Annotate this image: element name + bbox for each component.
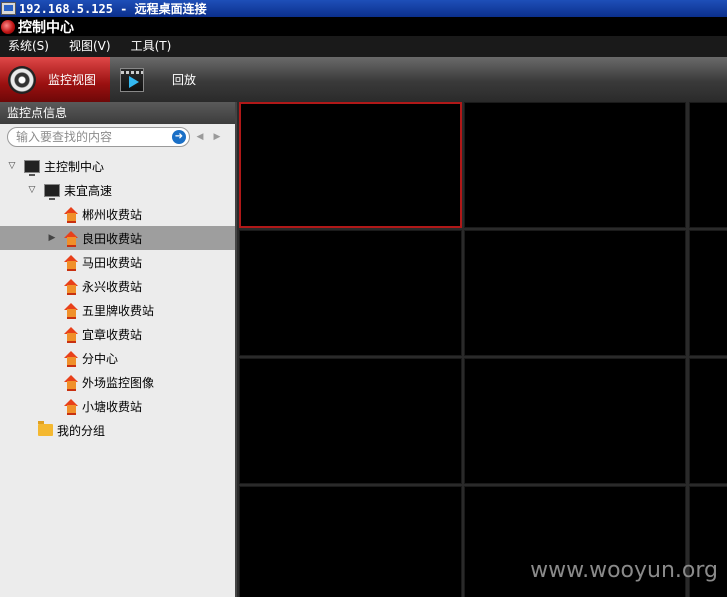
search-row: ➜ ◀ ▶ (0, 124, 235, 150)
tree-item-label: 宜章收费站 (82, 327, 143, 342)
tree-item[interactable]: 郴州收费站 (0, 202, 235, 226)
menu-system[interactable]: 系统(S) (0, 36, 57, 57)
tree-item[interactable]: 小塘收费站 (0, 394, 235, 418)
tree-item[interactable]: 宜章收费站 (0, 322, 235, 346)
expand-arrow-icon[interactable]: ▶ (46, 232, 58, 244)
tree-item[interactable]: ▶ 良田收费站 (0, 226, 235, 250)
menu-bar: 系统(S) 视图(V) 工具(T) (0, 36, 727, 57)
video-cell[interactable] (464, 102, 686, 228)
house-icon (64, 255, 79, 271)
video-cell[interactable] (239, 486, 462, 597)
house-icon (64, 351, 79, 367)
device-tree: ▽ 主控制中心 ▽ 耒宜高速郴州收费站 ▶ 良田收费站马田收费站永兴收费站五里牌收费站 宜章… (0, 150, 235, 442)
tree-item-label: 外场监控图像 (82, 375, 155, 390)
menu-view[interactable]: 视图(V) (61, 36, 119, 57)
house-icon (64, 207, 79, 223)
video-cell[interactable] (239, 358, 462, 484)
tree-item-label: 永兴收费站 (82, 279, 143, 294)
tree-item[interactable]: 五里牌收费站 (0, 298, 235, 322)
search-go-icon[interactable]: ➜ (172, 130, 186, 144)
tree-item-label: 马田收费站 (82, 255, 143, 270)
search-input[interactable] (16, 130, 166, 144)
tree-item[interactable]: ▽ 主控制中心 (0, 154, 235, 178)
watermark: www.wooyun.org (530, 558, 718, 583)
folder-icon (38, 421, 53, 436)
tree-item[interactable]: 马田收费站 (0, 250, 235, 274)
tree-item-label: 主控制中心 (44, 159, 105, 174)
next-arrow-icon[interactable]: ▶ (210, 132, 224, 142)
app-title-bar: 控制中心 (0, 17, 727, 36)
prev-arrow-icon[interactable]: ◀ (193, 132, 207, 142)
tree-item-label: 郴州收费站 (82, 207, 143, 222)
video-cell[interactable] (689, 358, 727, 484)
tree-item-label: 五里牌收费站 (82, 303, 155, 318)
video-cell[interactable] (689, 102, 727, 228)
rdp-title-bar: 192.168.5.125 - 远程桌面连接 (0, 0, 727, 17)
tree-item-label: 良田收费站 (82, 231, 143, 246)
rdp-computer-icon (1, 2, 16, 15)
search-box: ➜ (7, 127, 190, 147)
tree-item[interactable]: ▽ 耒宜高速 (0, 178, 235, 202)
film-play-icon (120, 67, 144, 92)
tree-item-label: 我的分组 (57, 423, 106, 438)
live-view-label: 监控视图 (48, 73, 97, 87)
video-cell[interactable] (464, 358, 686, 484)
app-logo-icon (1, 19, 15, 34)
rdp-title: 192.168.5.125 - 远程桌面连接 (19, 2, 207, 16)
video-cell[interactable] (689, 230, 727, 356)
house-icon (64, 375, 79, 391)
house-icon (64, 327, 79, 343)
collapse-arrow-icon[interactable]: ▽ (6, 160, 18, 172)
house-icon (64, 231, 79, 247)
tree-item[interactable]: 分中心 (0, 346, 235, 370)
panel-header: 监控点信息 (0, 102, 235, 124)
camera-icon (8, 65, 36, 94)
tree-item-label: 耒宜高速 (64, 183, 113, 198)
playback-button[interactable]: 回放 (110, 57, 220, 102)
app-title: 控制中心 (18, 19, 74, 36)
house-icon (64, 279, 79, 295)
video-grid: www.wooyun.org (237, 102, 727, 597)
house-icon (64, 399, 79, 415)
video-cell[interactable] (239, 230, 462, 356)
main-toolbar: 监控视图 回放 (0, 57, 727, 102)
monitor-icon (24, 159, 40, 176)
monitor-icon (44, 183, 60, 200)
menu-tools[interactable]: 工具(T) (123, 36, 180, 57)
live-view-button[interactable]: 监控视图 (0, 57, 110, 102)
video-cell[interactable] (239, 102, 462, 228)
tree-item-label: 分中心 (82, 351, 119, 366)
house-icon (64, 303, 79, 319)
tree-item-label: 小塘收费站 (82, 399, 143, 414)
tree-item[interactable]: 外场监控图像 (0, 370, 235, 394)
playback-label: 回放 (172, 73, 197, 87)
tree-item[interactable]: 永兴收费站 (0, 274, 235, 298)
monitor-point-panel: 监控点信息 ➜ ◀ ▶ ▽ 主控制中心 ▽ 耒宜高速郴州收费站 ▶ 良田收费站马田收费站永… (0, 102, 237, 597)
tree-item[interactable]: 我的分组 (0, 418, 235, 442)
video-cell[interactable] (464, 230, 686, 356)
collapse-arrow-icon[interactable]: ▽ (26, 184, 38, 196)
